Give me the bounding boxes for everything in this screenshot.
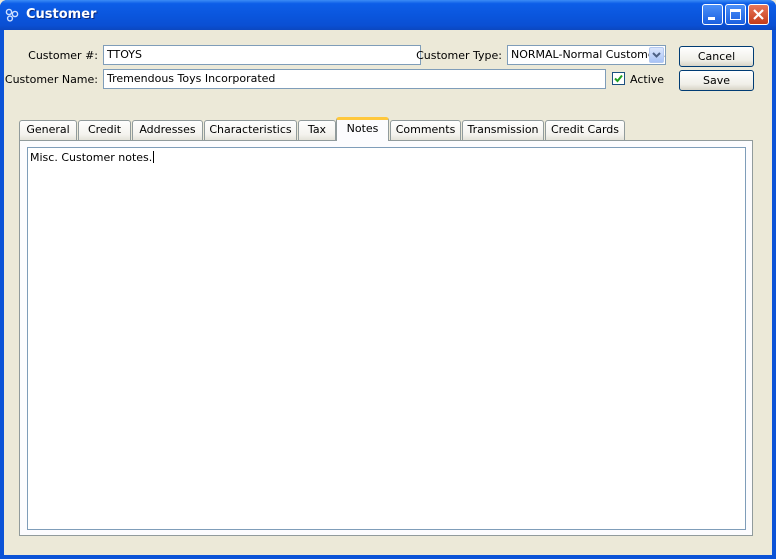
customer-number-label: Customer #: xyxy=(28,49,98,62)
dropdown-button[interactable] xyxy=(649,47,664,63)
tab-transmission[interactable]: Transmission xyxy=(462,120,544,140)
save-button[interactable]: Save xyxy=(679,70,754,91)
tab-comments[interactable]: Comments xyxy=(390,120,461,140)
window-title: Customer xyxy=(26,7,97,22)
cancel-button[interactable]: Cancel xyxy=(679,46,754,67)
tab-panel: Misc. Customer notes. xyxy=(19,140,753,536)
tab-credit[interactable]: Credit xyxy=(78,120,131,140)
app-icon xyxy=(5,8,19,22)
tab-tax[interactable]: Tax xyxy=(298,120,336,140)
minimize-button[interactable] xyxy=(702,4,723,25)
customer-name-label: Customer Name: xyxy=(4,73,98,86)
checkmark-icon xyxy=(614,74,623,83)
customer-window: Customer Customer #: TTOYS Customer Type… xyxy=(0,0,776,559)
customer-name-input[interactable]: Tremendous Toys Incorporated xyxy=(103,69,606,89)
tab-notes[interactable]: Notes xyxy=(336,117,389,141)
tab-addresses[interactable]: Addresses xyxy=(132,120,203,140)
maximize-button[interactable] xyxy=(725,4,746,25)
close-button[interactable] xyxy=(748,4,769,25)
tab-general[interactable]: General xyxy=(19,120,77,140)
maximize-icon xyxy=(730,9,741,20)
customer-number-input[interactable]: TTOYS xyxy=(103,45,421,65)
active-checkbox[interactable] xyxy=(612,72,625,85)
customer-type-label: Customer Type: xyxy=(416,49,502,62)
text-caret xyxy=(153,151,155,163)
customer-type-select[interactable]: NORMAL-Normal Customers xyxy=(507,45,666,65)
tab-characteristics[interactable]: Characteristics xyxy=(204,120,297,140)
customer-type-value: NORMAL-Normal Customers xyxy=(511,48,665,61)
active-label: Active xyxy=(630,73,665,86)
tab-credit-cards[interactable]: Credit Cards xyxy=(545,120,625,140)
notes-text: Misc. Customer notes. xyxy=(30,151,153,164)
notes-textarea[interactable]: Misc. Customer notes. xyxy=(27,147,746,530)
minimize-icon xyxy=(708,17,715,20)
close-icon xyxy=(753,9,764,20)
title-bar[interactable]: Customer xyxy=(0,0,776,30)
chevron-down-icon xyxy=(652,52,661,58)
client-area: Customer #: TTOYS Customer Type: NORMAL-… xyxy=(4,30,772,555)
